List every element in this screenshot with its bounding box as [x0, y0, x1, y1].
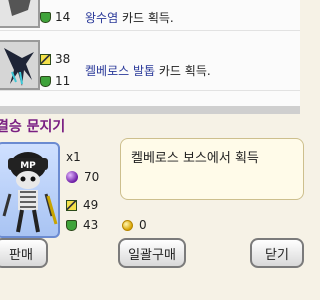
card-thumbnail — [0, 0, 40, 28]
shield-icon — [40, 75, 51, 87]
sell-button[interactable]: 판매 — [0, 238, 48, 268]
sword-icon — [66, 199, 77, 211]
shield-icon — [66, 219, 77, 231]
bulk-buy-button[interactable]: 일괄구매 — [118, 238, 186, 268]
card-name: 왕수염 — [85, 11, 119, 25]
acquisition-suffix: 카드 획득. — [121, 11, 174, 25]
divider — [0, 106, 300, 114]
acquisition-text: 왕수염 카드 획득. — [85, 9, 174, 26]
card-detail-panel: 결승 문지기 MP x1 70 49 43 0 켈베로스 보스에서 획득 판매 … — [0, 114, 304, 300]
orb-stat: 70 — [66, 170, 99, 184]
skeleton-knight-icon: MP — [2, 152, 58, 233]
card-thumbnail — [0, 40, 40, 90]
purple-orb-icon — [66, 171, 78, 183]
claw-icon — [0, 42, 38, 88]
card-acquisition-list: 14 왕수염 카드 획득. 38 11 켈베로스 발톱 카드 획득. — [0, 0, 300, 106]
defense-stat: 11 — [40, 74, 70, 88]
card-art-icon — [0, 0, 38, 26]
attack-stat: 38 — [40, 52, 70, 66]
list-item[interactable]: 14 왕수염 카드 획득. — [0, 0, 300, 31]
acquisition-suffix: 카드 획득. — [158, 64, 211, 78]
card-quantity: x1 — [66, 150, 81, 164]
card-title: 결승 문지기 — [0, 119, 66, 135]
card-description: 켈베로스 보스에서 획득 — [120, 138, 304, 200]
card-name: 켈베로스 발톱 — [85, 64, 156, 78]
portrait-badge: MP — [20, 161, 36, 171]
card-portrait: MP — [0, 142, 60, 238]
sword-icon — [40, 53, 51, 65]
list-item[interactable]: 38 11 켈베로스 발톱 카드 획득. — [0, 38, 300, 91]
gold-coin-icon — [122, 219, 133, 231]
shield-icon — [40, 11, 51, 23]
defense-stat: 43 — [66, 218, 98, 232]
attack-stat: 49 — [66, 198, 98, 212]
coin-count: 0 — [122, 218, 147, 232]
close-button[interactable]: 닫기 — [250, 238, 304, 268]
acquisition-text: 켈베로스 발톱 카드 획득. — [85, 62, 211, 79]
defense-stat: 14 — [40, 10, 70, 24]
